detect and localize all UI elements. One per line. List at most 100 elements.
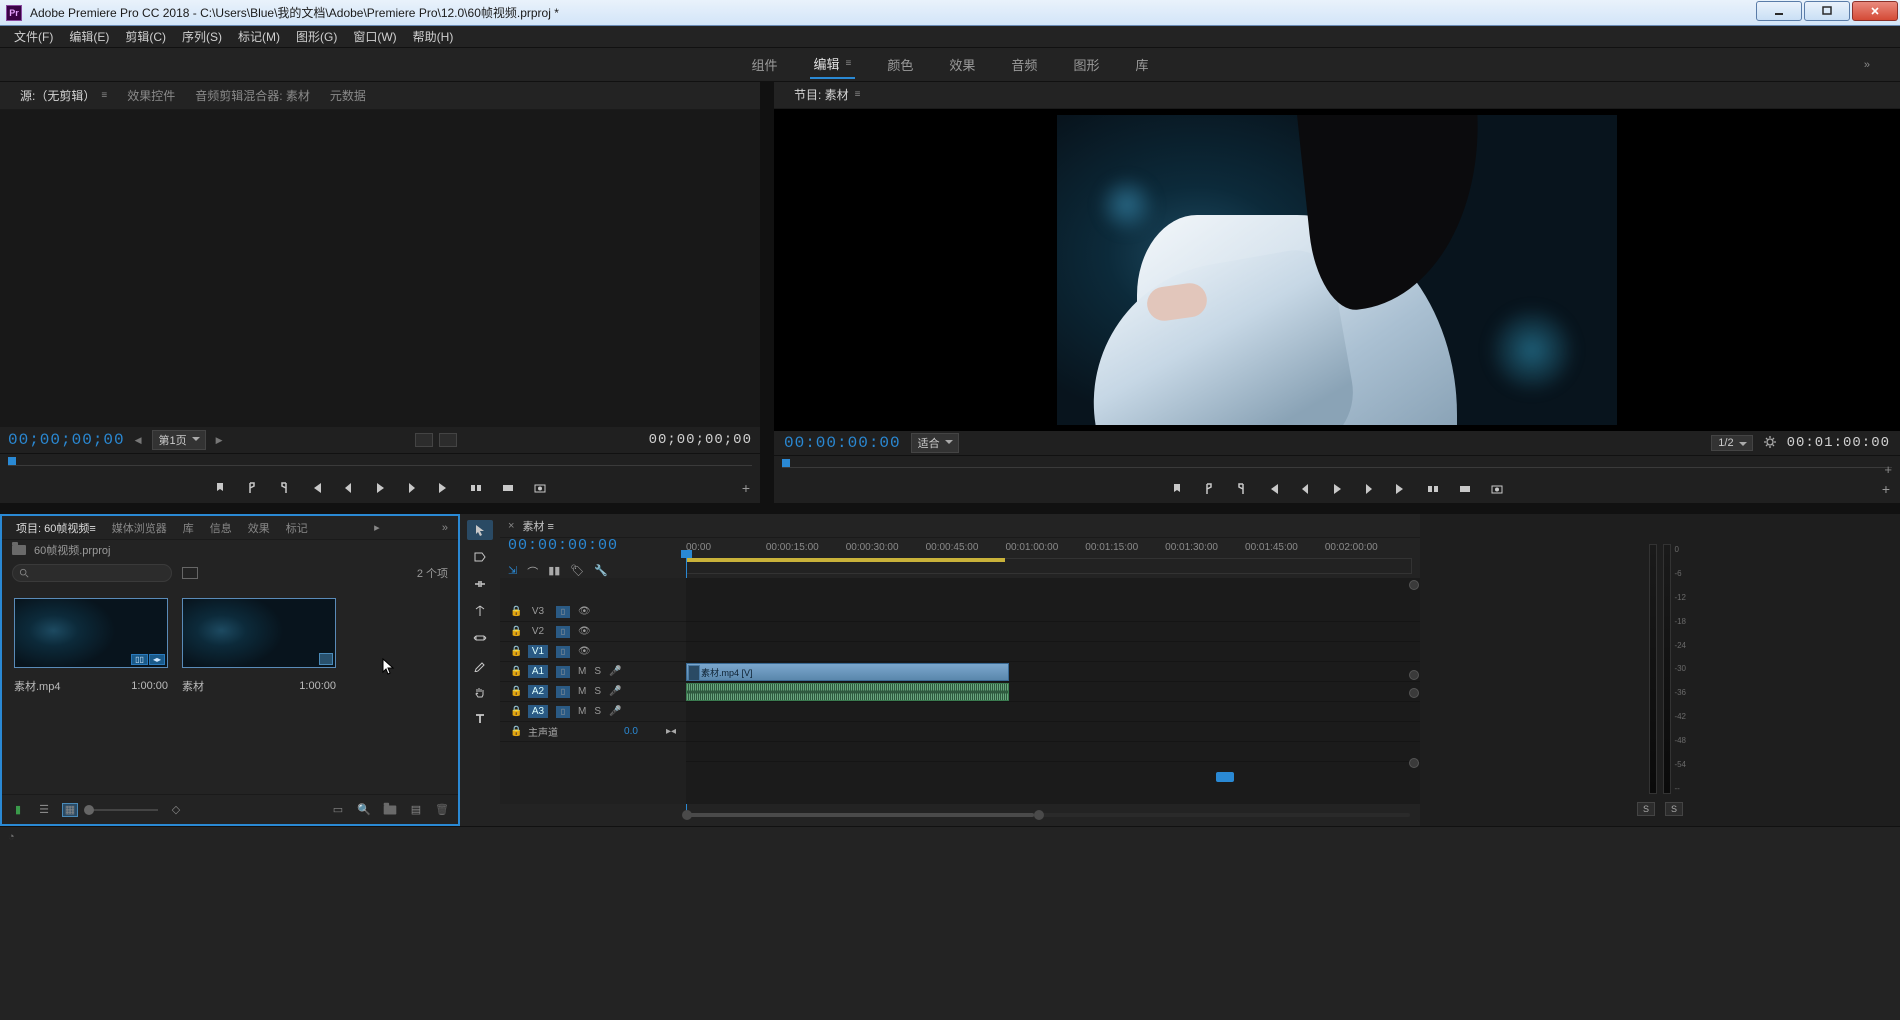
settings-icon[interactable] (1763, 435, 1777, 452)
overwrite-button[interactable] (499, 480, 517, 496)
close-sequence-button[interactable]: × (508, 520, 514, 532)
add-marker-button[interactable] (211, 480, 229, 496)
play-button[interactable] (1328, 481, 1346, 497)
tab-libraries[interactable]: 库 (175, 517, 202, 539)
mark-in-button[interactable] (1200, 481, 1218, 497)
mark-in-button[interactable] (243, 480, 261, 496)
step-forward-button[interactable] (403, 480, 421, 496)
delete-button[interactable]: 🗑 (434, 803, 450, 817)
track-header-a1[interactable]: 🔒A1▯MS🎤 (500, 662, 686, 682)
track-header-master[interactable]: 🔒主声道0.0▸◂ (500, 722, 686, 742)
program-fit-dropdown[interactable]: 适合 (911, 433, 959, 453)
snap-toggle[interactable]: ⇲ (508, 564, 517, 580)
slip-tool[interactable] (467, 628, 493, 648)
workspace-menu-icon[interactable]: ≡ (846, 58, 852, 69)
selection-tool[interactable] (467, 520, 493, 540)
eye-icon[interactable]: 👁 (578, 606, 590, 617)
mark-out-button[interactable] (275, 480, 293, 496)
source-patch-toggle[interactable]: ▯ (556, 686, 570, 698)
type-tool[interactable] (467, 709, 493, 729)
panel-divider-vertical[interactable] (760, 82, 774, 503)
track-header-v1[interactable]: 🔒V1▯👁 (500, 642, 686, 662)
lock-icon[interactable]: 🔒 (510, 726, 520, 737)
workspace-libraries[interactable]: 库 (1131, 51, 1152, 78)
menu-marker[interactable]: 标记(M) (230, 26, 288, 47)
timeline-vertical-scroll-thumb[interactable] (1216, 772, 1234, 782)
solo-toggle[interactable]: S (594, 686, 601, 697)
program-ruler[interactable]: + (774, 455, 1900, 474)
sequence-tab[interactable]: 素材 ≡ (522, 518, 553, 534)
source-btn-a[interactable] (415, 433, 433, 447)
lift-button[interactable] (1424, 481, 1442, 497)
add-marker-toggle[interactable]: ▮▮ (548, 564, 560, 580)
icon-view-button[interactable]: ▦ (62, 803, 78, 817)
solo-toggle[interactable]: S (594, 666, 601, 677)
step-forward-button[interactable] (1360, 481, 1378, 497)
lock-icon[interactable]: 🔒 (510, 666, 520, 677)
maximize-button[interactable] (1804, 1, 1850, 21)
razor-tool[interactable] (467, 601, 493, 621)
write-toggle-icon[interactable]: ▮ (10, 803, 26, 817)
source-ruler[interactable] (0, 453, 760, 473)
timeline-settings-icon[interactable]: 🔧 (594, 564, 608, 580)
project-tabs-overflow[interactable]: » (438, 522, 452, 534)
program-playhead[interactable] (782, 459, 790, 467)
go-to-out-button[interactable] (435, 480, 453, 496)
tab-effects[interactable]: 效果 (240, 517, 278, 539)
video-clip[interactable]: 素材.mp4 [V] (686, 663, 1009, 681)
workspace-graphics[interactable]: 图形 (1069, 51, 1103, 78)
source-chev-right[interactable]: ▶ (216, 435, 223, 446)
tab-program[interactable]: 节目: 素材≡ (784, 82, 871, 107)
hand-tool[interactable] (467, 682, 493, 702)
program-button-editor[interactable]: + (1882, 481, 1890, 497)
source-playhead[interactable] (8, 457, 16, 465)
new-item-button[interactable]: ▤ (408, 803, 424, 817)
menu-clip[interactable]: 剪辑(C) (117, 26, 174, 47)
eye-icon[interactable]: 👁 (578, 626, 590, 637)
insert-button[interactable] (467, 480, 485, 496)
lock-icon[interactable]: 🔒 (510, 706, 520, 717)
find-button[interactable]: 🔍 (356, 803, 372, 817)
close-button[interactable] (1852, 1, 1898, 21)
voice-icon[interactable]: 🎤 (609, 706, 621, 717)
source-chev-left[interactable]: ◀ (135, 435, 142, 446)
menu-window[interactable]: 窗口(W) (345, 26, 404, 47)
collapse-icon[interactable]: ▸◂ (666, 726, 676, 737)
panel-divider-horizontal[interactable] (0, 503, 1900, 514)
ripple-edit-tool[interactable] (467, 574, 493, 594)
list-view-button[interactable]: ☰ (36, 803, 52, 817)
program-resolution-dropdown[interactable]: 1/2 (1711, 435, 1752, 451)
solo-left-button[interactable]: S (1637, 802, 1655, 816)
export-frame-button[interactable] (531, 480, 549, 496)
create-bin-icon[interactable] (182, 567, 198, 579)
track-header-v3[interactable]: 🔒V3▯👁 (500, 602, 686, 622)
source-page-dropdown[interactable]: 第1页 (152, 430, 206, 450)
tab-info[interactable]: 信息 (202, 517, 240, 539)
workspace-effects[interactable]: 效果 (945, 51, 979, 78)
mute-toggle[interactable]: M (578, 686, 586, 697)
tab-source[interactable]: 源:（无剪辑）≡ (10, 83, 117, 108)
source-btn-b[interactable] (439, 433, 457, 447)
tab-media-browser[interactable]: 媒体浏览器 (104, 517, 175, 539)
lock-icon[interactable]: 🔒 (510, 606, 520, 617)
solo-toggle[interactable]: S (594, 706, 601, 717)
mark-out-button[interactable] (1232, 481, 1250, 497)
export-frame-button[interactable] (1488, 481, 1506, 497)
tab-project[interactable]: 项目: 60帧视频≡ (8, 517, 104, 539)
track-header-v2[interactable]: 🔒V2▯👁 (500, 622, 686, 642)
source-current-timecode[interactable]: 00;00;00;00 (8, 431, 125, 449)
lock-icon[interactable]: 🔒 (510, 646, 520, 657)
auto-match-icon[interactable]: ▭ (330, 803, 346, 817)
panel-menu-icon[interactable]: ≡ (101, 90, 107, 101)
eye-icon[interactable]: 👁 (578, 646, 590, 657)
source-patch-toggle[interactable]: ▯ (556, 666, 570, 678)
timeline-zoom-scrollbar[interactable] (686, 813, 1410, 817)
mute-toggle[interactable]: M (578, 706, 586, 717)
tab-metadata[interactable]: 元数据 (320, 83, 376, 108)
workspace-color[interactable]: 颜色 (883, 51, 917, 78)
workspace-overflow-button[interactable]: » (1864, 59, 1870, 71)
track-header-a3[interactable]: 🔒A3▯MS🎤 (500, 702, 686, 722)
new-bin-button[interactable] (382, 803, 398, 817)
project-tabs-prev[interactable]: ▸ (370, 521, 384, 534)
lock-icon[interactable]: 🔒 (510, 626, 520, 637)
